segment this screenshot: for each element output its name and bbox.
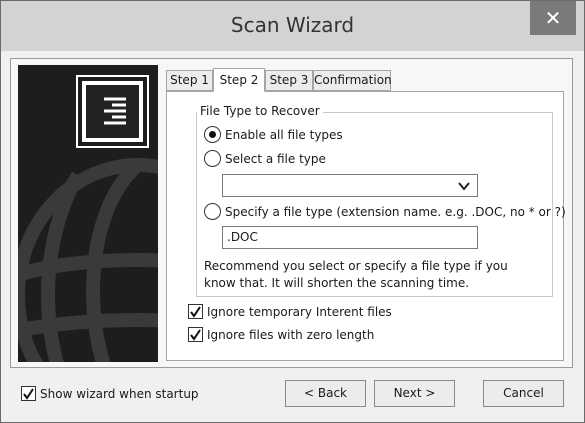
ignore-zero-length-checkbox[interactable]: Ignore files with zero length — [188, 327, 374, 342]
file-type-group-label: File Type to Recover — [197, 104, 323, 118]
radio-unselected-icon[interactable] — [204, 203, 221, 220]
next-button[interactable]: Next > — [374, 380, 455, 407]
tab-step-3[interactable]: Step 3 — [265, 70, 313, 91]
radio-specify-type-label: Specify a file type (extension name. e.g… — [225, 204, 566, 219]
radio-specify-type[interactable]: Specify a file type (extension name. e.g… — [204, 203, 566, 220]
document-logo-icon — [78, 77, 147, 146]
radio-unselected-icon[interactable] — [204, 150, 221, 167]
ignore-zero-length-label: Ignore files with zero length — [207, 327, 375, 342]
title-bar: Scan Wizard ✕ — [1, 1, 584, 51]
window-title: Scan Wizard — [230, 13, 355, 37]
checkbox-checked-icon[interactable] — [21, 386, 36, 401]
back-button[interactable]: < Back — [285, 380, 366, 407]
show-wizard-checkbox[interactable]: Show wizard when startup — [21, 386, 199, 401]
cancel-button[interactable]: Cancel — [483, 380, 564, 407]
tab-confirmation[interactable]: Confirmation — [313, 70, 392, 91]
radio-enable-all[interactable]: Enable all file types — [204, 126, 343, 143]
close-button[interactable]: ✕ — [530, 1, 576, 35]
side-banner-image — [18, 65, 158, 362]
radio-select-type-label: Select a file type — [225, 151, 326, 166]
checkbox-checked-icon[interactable] — [188, 327, 203, 342]
tab-step-2[interactable]: Step 2 — [213, 68, 265, 92]
radio-enable-all-label: Enable all file types — [225, 127, 343, 142]
radio-selected-icon[interactable] — [204, 126, 221, 143]
recommendation-note: Recommend you select or specify a file t… — [204, 259, 508, 290]
show-wizard-label: Show wizard when startup — [40, 386, 199, 401]
extension-input[interactable]: .DOC — [222, 226, 478, 249]
tab-step-1[interactable]: Step 1 — [166, 70, 213, 91]
chevron-down-icon — [458, 182, 470, 191]
ignore-temp-files-label: Ignore temporary Interent files — [207, 304, 392, 319]
ignore-temp-files-checkbox[interactable]: Ignore temporary Interent files — [188, 304, 392, 319]
checkbox-checked-icon[interactable] — [188, 304, 203, 319]
text-lines-icon — [104, 97, 126, 125]
file-type-select[interactable] — [222, 174, 478, 197]
radio-select-type[interactable]: Select a file type — [204, 150, 326, 167]
